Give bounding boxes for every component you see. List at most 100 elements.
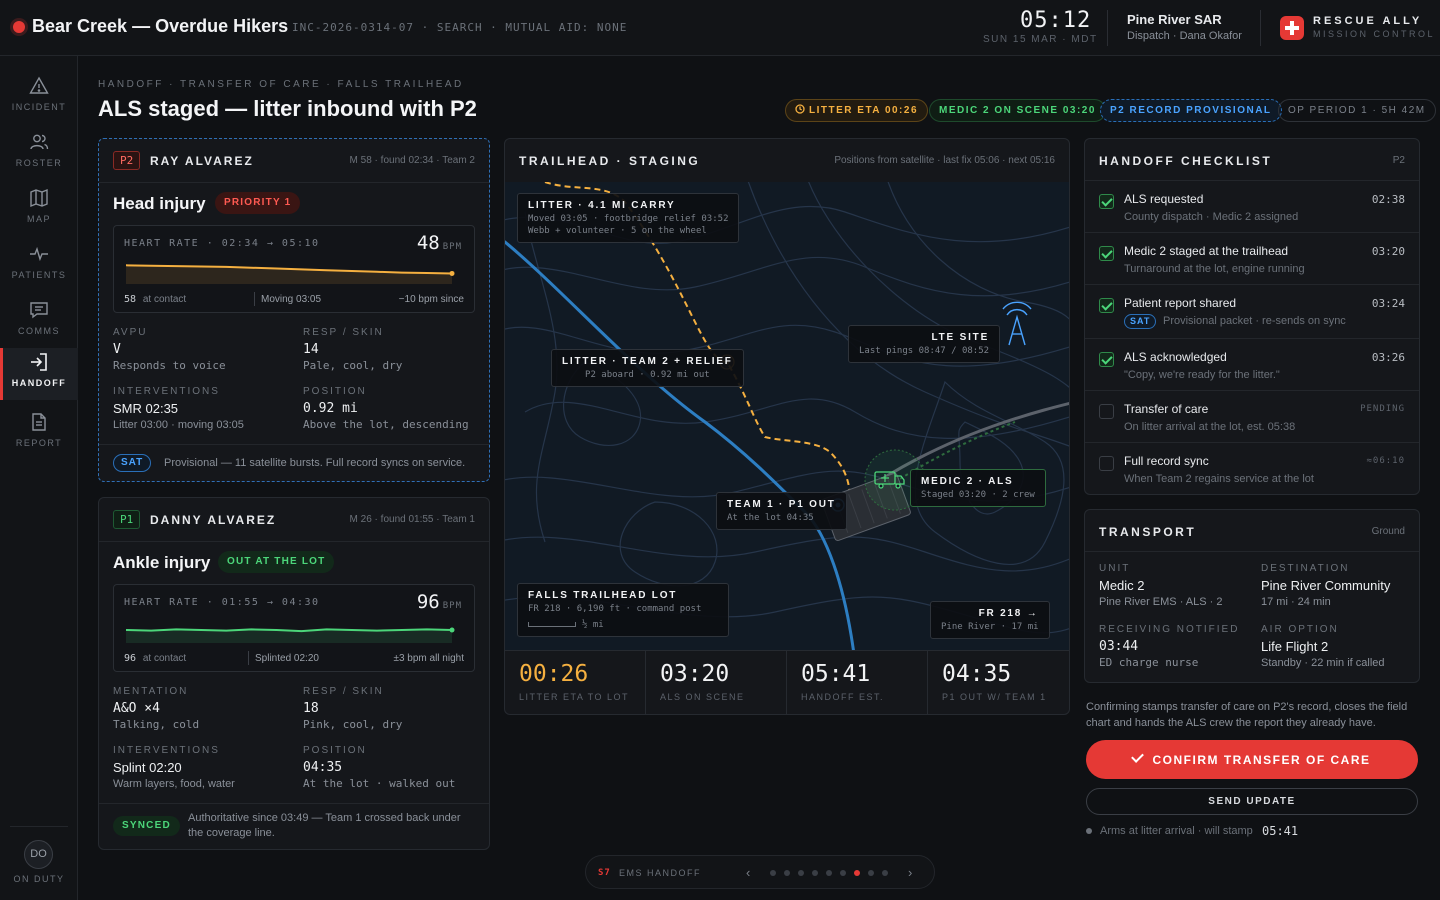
map-label-litter[interactable]: LITTER · 4.1 MI CARRY Moved 03:05 · foot… — [517, 193, 740, 243]
air-option-value: Life Flight 2 — [1261, 639, 1329, 654]
map-label-fr218[interactable]: FR 218 → Pine River · 17 mi — [930, 601, 1050, 639]
org-name: Pine River SAR — [1127, 12, 1222, 27]
checklist-item-sub: When Team 2 regains service at the lot — [1124, 473, 1314, 485]
send-update-button[interactable]: SEND UPDATE — [1086, 788, 1418, 815]
op-period-chip: OP PERIOD 1 · 5H 42M — [1278, 99, 1436, 122]
avatar[interactable]: DO — [24, 840, 53, 869]
sidebar-item-incident[interactable]: INCIDENT — [0, 72, 78, 124]
checklist-item[interactable]: ALS acknowledged "Copy, we're ready for … — [1085, 338, 1419, 390]
checklist-meta: P2 — [1392, 155, 1405, 166]
sidebar-item-handoff[interactable]: HANDOFF — [0, 348, 78, 400]
checkbox-checked[interactable] — [1099, 246, 1114, 261]
map-label-team1[interactable]: TEAM 1 · P1 OUT At the lot 04:35 — [716, 492, 847, 530]
timer-als-on-scene: 03:20 ALS ON SCENE — [646, 651, 787, 714]
injury-title: Ankle injury — [113, 553, 211, 572]
label-sub: FR 218 · 6,190 ft · command post — [528, 604, 702, 614]
checklist-item[interactable]: Transfer of care On litter arrival at th… — [1085, 390, 1419, 442]
sidebar-item-roster[interactable]: ROSTER — [0, 128, 78, 180]
timer-p1-out: 04:35 P1 OUT W/ TEAM 1 — [928, 651, 1069, 714]
mentation-value: A&O ×4 — [113, 701, 160, 716]
incident-meta: INC-2026-0314-07 · SEARCH · MUTUAL AID: … — [292, 21, 628, 34]
litter-eta-chip: LITTER ETA 00:26 — [785, 99, 929, 122]
duty-status: ON DUTY — [13, 874, 65, 884]
checkbox-checked[interactable] — [1099, 194, 1114, 209]
checkbox-unchecked[interactable] — [1099, 456, 1114, 471]
page-dot[interactable] — [826, 870, 832, 876]
hr-mid-note: Splinted 02:20 — [255, 653, 319, 664]
checklist-item[interactable]: ALS requested County dispatch · Medic 2 … — [1085, 180, 1419, 232]
checklist-item-label: ALS requested — [1124, 192, 1204, 206]
checklist-item-sub: County dispatch · Medic 2 assigned — [1124, 211, 1299, 223]
prev-page-icon[interactable]: ‹ — [746, 865, 750, 880]
page-dot[interactable] — [854, 870, 860, 876]
checklist-item[interactable]: Patient report shared SAT Provisional pa… — [1085, 284, 1419, 338]
sparkline-endpoint — [449, 627, 455, 633]
timer-label: HANDOFF EST. — [801, 692, 885, 702]
receiving-sub: ED charge nurse — [1099, 656, 1199, 669]
mentation-label: MENTATION — [113, 686, 189, 697]
label-title: LTE SITE — [931, 332, 990, 343]
map-label-team2[interactable]: LITTER · TEAM 2 + RELIEF P2 aboard · 0.9… — [551, 349, 744, 387]
air-option-sub: Standby · 22 min if called — [1261, 657, 1385, 669]
sidebar-item-report[interactable]: REPORT — [0, 408, 78, 460]
sidebar-item-comms[interactable]: COMMS — [0, 296, 78, 348]
checklist-item-time: 03:20 — [1371, 245, 1405, 258]
page-dot[interactable] — [882, 870, 888, 876]
contour-lines — [505, 182, 1069, 634]
confirm-transfer-button[interactable]: CONFIRM TRANSFER OF CARE — [1086, 740, 1418, 779]
checklist-item-sub: Provisional packet · re-sends on sync — [1163, 315, 1346, 327]
checkbox-checked[interactable] — [1099, 352, 1114, 367]
patient-badge: P1 — [113, 510, 141, 529]
heart-rate-panel: HEART RATE · 01:55 → 04:30 96 BPM 96 at c… — [113, 584, 475, 672]
checklist-item[interactable]: Full record sync When Team 2 regains ser… — [1085, 442, 1419, 494]
resp-label: RESP / SKIN — [303, 327, 384, 338]
map-label-medic2[interactable]: MEDIC 2 · ALS Staged 03:20 · 2 crew — [910, 469, 1046, 507]
position-sub: At the lot · walked out — [303, 777, 456, 790]
heart-rate-label: HEART RATE · 02:34 → 05:10 — [124, 238, 320, 249]
page-title: ALS staged — litter inbound with P2 — [98, 96, 477, 121]
interventions-sub: Litter 03:00 · moving 03:05 — [113, 419, 244, 431]
receiving-label: RECEIVING NOTIFIED — [1099, 624, 1240, 635]
checklist-item-sub: Turnaround at the lot, engine running — [1124, 263, 1305, 275]
map-title: TRAILHEAD · STAGING — [519, 154, 701, 168]
checkbox-checked[interactable] — [1099, 298, 1114, 313]
sidebar-item-map[interactable]: MAP — [0, 184, 78, 236]
next-page-icon[interactable]: › — [908, 865, 912, 880]
checklist-item[interactable]: Medic 2 staged at the trailhead Turnarou… — [1085, 232, 1419, 284]
resp-value: 14 — [303, 342, 319, 357]
checklist-item-label: Patient report shared — [1124, 296, 1237, 310]
map-label-trailhead-lot[interactable]: FALLS TRAILHEAD LOT FR 218 · 6,190 ft · … — [517, 583, 729, 637]
check-icon — [1130, 749, 1144, 763]
sidebar-item-patients[interactable]: PATIENTS — [0, 240, 78, 292]
map-label-lte-site[interactable]: LTE SITE Last pings 08:47 / 08:52 — [848, 325, 1001, 363]
sidebar-item-label: REPORT — [15, 438, 63, 448]
brand-name: RESCUE ALLY — [1313, 15, 1423, 27]
divider — [99, 182, 489, 183]
patient-card-p2[interactable]: P2 RAY ALVAREZ M 58 · found 02:34 · Team… — [98, 138, 490, 482]
page-dot[interactable] — [840, 870, 846, 876]
hr-start-note: at contact — [142, 653, 187, 664]
timer-value: 05:41 — [801, 661, 871, 687]
checklist-item-time: 02:38 — [1371, 193, 1405, 206]
checklist-item-time: 03:26 — [1371, 351, 1405, 364]
top-bar: Bear Creek — Overdue Hikers INC-2026-031… — [0, 0, 1440, 56]
checklist-item-label: ALS acknowledged — [1124, 350, 1227, 364]
page-dot[interactable] — [770, 870, 776, 876]
incident-title: Bear Creek — Overdue Hikers — [32, 16, 289, 36]
sidebar-item-label: MAP — [26, 214, 51, 224]
hr-unit: BPM — [442, 601, 462, 611]
divider — [99, 444, 489, 445]
page-dot[interactable] — [798, 870, 804, 876]
staging-map[interactable]: LITTER · 4.1 MI CARRY Moved 03:05 · foot… — [505, 182, 1069, 650]
page-dot[interactable] — [868, 870, 874, 876]
patient-card-p1[interactable]: P1 DANNY ALVAREZ M 26 · found 01:55 · Te… — [98, 497, 490, 850]
hr-trend: ±3 bpm all night — [393, 653, 464, 664]
hr-trend: −10 bpm since — [398, 294, 464, 305]
resp-value: 18 — [303, 701, 319, 716]
checkbox-unchecked[interactable] — [1099, 404, 1114, 419]
air-option-label: AIR OPTION — [1261, 624, 1339, 635]
transport-card: TRANSPORT Ground UNIT Medic 2 Pine River… — [1084, 509, 1420, 683]
page-dot[interactable] — [812, 870, 818, 876]
button-label: CONFIRM TRANSFER OF CARE — [1152, 752, 1371, 767]
page-dot[interactable] — [784, 870, 790, 876]
